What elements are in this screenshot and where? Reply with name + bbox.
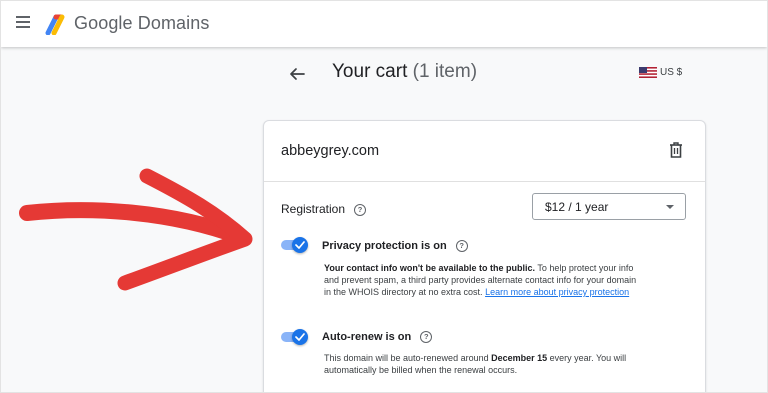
currency-selector[interactable]: US $: [639, 67, 682, 78]
cart-item-card: abbeygrey.com Registration? $12 / 1 year…: [263, 120, 706, 392]
privacy-description-bold: Your contact info won't be available to …: [324, 263, 535, 273]
auto-renew-date: December 15: [491, 353, 548, 363]
arrow-back-icon[interactable]: [286, 63, 308, 85]
checkmark-icon: [295, 241, 305, 249]
registration-term-select[interactable]: $12 / 1 year: [532, 193, 686, 220]
domain-name: abbeygrey.com: [281, 143, 380, 159]
help-icon[interactable]: ?: [455, 240, 468, 253]
learn-more-privacy-link[interactable]: Learn more about privacy protection: [485, 287, 629, 297]
currency-label: US $: [660, 67, 683, 78]
trash-icon[interactable]: [668, 141, 684, 159]
cart-item-count: (1 item): [412, 61, 478, 82]
privacy-protection-label-text: Privacy protection is on: [322, 240, 447, 252]
help-icon[interactable]: ?: [420, 331, 433, 344]
privacy-protection-description: Your contact info won't be available to …: [324, 262, 639, 298]
app-window: Google Domains Your cart (1 item) US $ a…: [0, 0, 768, 393]
registration-label: Registration?: [281, 202, 367, 216]
help-icon[interactable]: ?: [354, 203, 367, 216]
registration-term-value: $12 / 1 year: [545, 200, 609, 214]
divider: [264, 181, 705, 182]
page-title-text: Your cart: [332, 61, 408, 82]
privacy-protection-toggle[interactable]: [281, 237, 309, 253]
registration-label-text: Registration: [281, 202, 346, 216]
auto-renew-description-pre: This domain will be auto-renewed around: [324, 353, 492, 363]
red-annotation-arrow: [19, 168, 253, 291]
privacy-protection-label: Privacy protection is on?: [322, 240, 468, 253]
auto-renew-label-text: Auto-renew is on: [322, 331, 412, 343]
auto-renew-description: This domain will be auto-renewed around …: [324, 352, 644, 376]
chevron-down-icon: [666, 205, 674, 209]
page-title: Your cart (1 item): [332, 61, 477, 83]
checkmark-icon: [295, 333, 305, 341]
auto-renew-toggle[interactable]: [281, 329, 309, 345]
us-flag-icon: [639, 67, 657, 78]
auto-renew-label: Auto-renew is on?: [322, 331, 433, 344]
